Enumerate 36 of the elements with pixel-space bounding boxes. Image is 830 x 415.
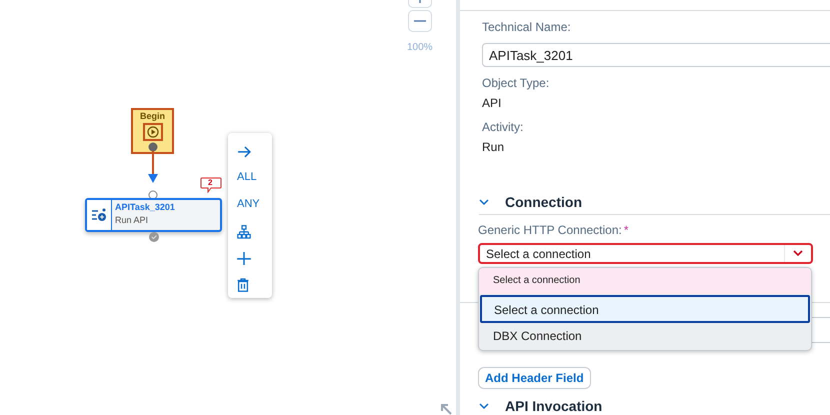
section-title: Connection — [505, 194, 582, 210]
zoom-level: 100% — [407, 42, 433, 53]
play-icon — [142, 123, 162, 141]
dropdown-option[interactable]: DBX Connection — [479, 323, 811, 350]
chevron-down-icon[interactable] — [479, 198, 489, 206]
field-label: Activity: — [482, 119, 524, 135]
add-header-field-button[interactable]: Add Header Field — [478, 367, 591, 389]
message-badge — [200, 177, 222, 193]
begin-node[interactable]: Begin — [131, 108, 174, 154]
field-value: Run — [482, 139, 506, 155]
field-label: Generic HTTP Connection: * — [478, 222, 630, 238]
node-title: Begin — [140, 111, 165, 121]
api-icon — [91, 207, 107, 223]
required-mark: * — [624, 223, 629, 237]
dropdown-header: Select a connection — [479, 268, 811, 294]
technical-name-field[interactable]: APITask_3201 — [482, 43, 830, 67]
field-value: API — [482, 95, 502, 111]
check-port-icon — [149, 232, 159, 242]
add-icon[interactable] — [237, 252, 251, 266]
node-subtitle: Run API — [115, 215, 150, 225]
hierarchy-icon[interactable] — [237, 224, 251, 239]
menu-item[interactable]: ANY — [237, 190, 260, 218]
menu-item[interactable]: ALL — [237, 164, 257, 191]
node-title: APITask_3201 — [115, 202, 175, 212]
arrow-right-icon[interactable] — [237, 146, 251, 158]
delete-icon[interactable] — [237, 278, 249, 292]
dropdown-option[interactable]: Select a connection — [480, 295, 810, 323]
section-title: API Invocation — [505, 398, 602, 414]
badge-count: 2 — [208, 178, 212, 188]
field-label: Technical Name: — [482, 19, 572, 35]
chevron-down-icon[interactable] — [793, 250, 803, 257]
task-node[interactable]: APITask_3201 Run API — [85, 198, 222, 232]
zoom-out-button[interactable] — [408, 10, 432, 32]
connection-dropdown[interactable]: Select a connection — [478, 243, 813, 264]
field-label: Object Type: — [482, 75, 550, 91]
chevron-down-icon[interactable] — [479, 402, 489, 410]
